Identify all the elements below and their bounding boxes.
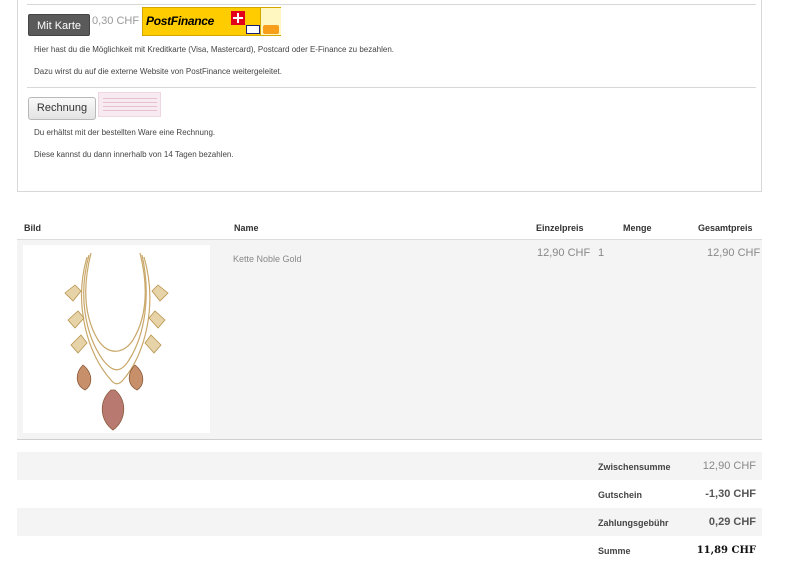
column-header-unit-price: Einzelpreis	[536, 223, 584, 233]
postfinance-logo-text: PostFinance	[146, 14, 215, 28]
payment-fee-value: 0,29 CHF	[708, 516, 756, 528]
product-quantity: 1	[598, 247, 605, 259]
product-image[interactable]	[23, 245, 210, 433]
card-fee: 0,30 CHF	[92, 15, 140, 27]
column-header-quantity: Menge	[623, 223, 652, 233]
voucher-value: -1,30 CHF	[705, 488, 756, 500]
table-row-divider	[17, 439, 762, 440]
voucher-row: Gutschein -1,30 CHF	[17, 480, 762, 508]
payment-fee-row: Zahlungsgebühr 0,29 CHF	[17, 508, 762, 536]
invoice-description-1: Du erhältst mit der bestellten Ware eine…	[34, 128, 216, 137]
sum-value: 11,89 CHF	[696, 545, 756, 556]
subtotal-value: 12,90 CHF	[702, 460, 756, 472]
divider	[27, 87, 756, 88]
swiss-cross-icon	[231, 11, 245, 25]
necklace-icon	[64, 252, 169, 431]
column-header-total: Gesamtpreis	[698, 223, 753, 233]
invoice-description-2: Diese kannst du dann innerhalb von 14 Ta…	[34, 150, 234, 159]
subtotal-row: Zwischensumme 12,90 CHF	[17, 452, 762, 480]
product-unit-price: 12,90 CHF	[537, 247, 591, 259]
pay-by-card-button[interactable]: Mit Karte	[28, 14, 90, 36]
voucher-label: Gutschein	[598, 490, 643, 500]
sum-label: Summe	[598, 546, 631, 556]
product-name[interactable]: Kette Noble Gold	[233, 254, 302, 264]
payment-options: Mit Karte 0,30 CHF PostFinance Hier hast…	[17, 0, 762, 192]
mastercard-icon	[263, 25, 279, 34]
divider	[27, 4, 756, 5]
postfinance-logo: PostFinance	[142, 7, 281, 36]
visa-icon	[246, 25, 260, 34]
column-header-image: Bild	[24, 223, 41, 233]
card-description-2: Dazu wirst du auf die externe Website vo…	[34, 67, 282, 76]
invoice-image	[98, 92, 161, 117]
subtotal-label: Zwischensumme	[598, 462, 671, 472]
sum-row: Summe 11,89 CHF	[17, 536, 762, 564]
payment-fee-label: Zahlungsgebühr	[598, 518, 669, 528]
product-total-price: 12,90 CHF	[707, 247, 761, 259]
card-description-1: Hier hast du die Möglichkeit mit Kreditk…	[34, 45, 395, 54]
pay-by-invoice-button[interactable]: Rechnung	[28, 97, 96, 120]
column-header-name: Name	[234, 223, 259, 233]
